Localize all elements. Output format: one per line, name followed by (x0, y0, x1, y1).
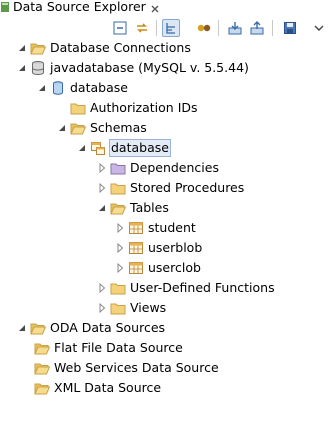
expanded-twisty-icon[interactable] (16, 62, 28, 74)
connect-icon (197, 24, 211, 32)
folder-open-icon (34, 340, 50, 356)
tree-node-schema-database[interactable]: database (76, 138, 171, 158)
tree-node-stored-procedures[interactable]: Stored Procedures (96, 178, 244, 198)
folder-icon (110, 300, 126, 316)
tree-label: User-Defined Functions (130, 280, 275, 295)
tree-node-table-userclob[interactable]: userclob (114, 258, 201, 278)
tree-label: database (70, 80, 128, 95)
export-button[interactable] (248, 19, 266, 37)
import-button[interactable] (226, 19, 244, 37)
tree-label: Authorization IDs (90, 100, 198, 115)
folder-open-icon (30, 40, 46, 56)
collapsed-twisty-icon[interactable] (96, 162, 108, 174)
tree-label: userclob (148, 260, 201, 275)
import-icon (228, 22, 242, 35)
folder-icon (110, 180, 126, 196)
folder-open-icon (34, 380, 50, 396)
tree-node-dependencies[interactable]: Dependencies (96, 158, 219, 178)
expanded-twisty-icon[interactable] (96, 202, 108, 214)
tree-label: Database Connections (50, 40, 191, 55)
view-toolbar (0, 19, 336, 37)
tree-node-tables[interactable]: Tables (96, 198, 169, 218)
collapsed-twisty-icon[interactable] (96, 182, 108, 194)
chevron-down-icon (314, 25, 324, 31)
database-icon (50, 80, 66, 96)
view-tab[interactable]: Data Source Explorer (0, 0, 159, 14)
collapse-all-button[interactable] (111, 19, 129, 37)
close-icon[interactable] (150, 2, 160, 13)
connect-button[interactable] (195, 19, 213, 37)
data-source-explorer-icon (0, 1, 10, 13)
tree-label: Tables (130, 200, 169, 215)
toggle-view-button[interactable] (162, 19, 180, 37)
link-icon (137, 23, 147, 33)
folder-purple-icon (110, 160, 126, 176)
expanded-twisty-icon[interactable] (36, 82, 48, 94)
collapsed-twisty-icon[interactable] (114, 262, 126, 274)
tree-node-user-defined-functions[interactable]: User-Defined Functions (96, 278, 275, 298)
tree-label: XML Data Source (54, 380, 162, 395)
tree-label: javadatabase (MySQL v. 5.5.44) (50, 60, 249, 75)
tree-node-table-student[interactable]: student (114, 218, 196, 238)
tree-label: ODA Data Sources (50, 320, 166, 335)
database-connection-icon (30, 60, 46, 76)
folder-icon (110, 280, 126, 296)
toolbar-separator (272, 20, 273, 36)
view-title: Data Source Explorer (13, 0, 146, 14)
tree-label: Flat File Data Source (54, 340, 183, 355)
tree-label: Views (130, 300, 167, 315)
toolbar-separator (156, 20, 157, 36)
tree-label: Web Services Data Source (54, 360, 219, 375)
tree-node-database[interactable]: database (36, 78, 128, 98)
tree-node-javadatabase-connection[interactable]: javadatabase (MySQL v. 5.5.44) (16, 58, 249, 78)
toolbar-separator (218, 20, 219, 36)
expanded-twisty-icon[interactable] (16, 42, 28, 54)
link-with-editor-button[interactable] (133, 19, 151, 37)
tree-node-schemas[interactable]: Schemas (56, 118, 147, 138)
tree-node-authorization-ids[interactable]: Authorization IDs (56, 98, 198, 118)
tree-node-flat-file-data-source[interactable]: Flat File Data Source (20, 338, 183, 358)
tree-node-database-connections[interactable]: Database Connections (16, 38, 191, 58)
collapsed-twisty-icon[interactable] (114, 242, 126, 254)
expanded-twisty-icon[interactable] (76, 142, 88, 154)
collapsed-twisty-icon[interactable] (96, 282, 108, 294)
tree-node-oda-data-sources[interactable]: ODA Data Sources (16, 318, 165, 338)
schema-icon (90, 140, 106, 156)
collapsed-twisty-icon[interactable] (114, 222, 126, 234)
save-button[interactable] (281, 19, 299, 37)
collapse-all-icon (113, 21, 127, 35)
tree-node-xml-data-source[interactable]: XML Data Source (20, 378, 161, 398)
tree-node-table-userblob[interactable]: userblob (114, 238, 202, 258)
tree-label: Schemas (90, 120, 147, 135)
folder-open-icon (110, 200, 126, 216)
expanded-twisty-icon[interactable] (56, 122, 68, 134)
folder-open-icon (34, 360, 50, 376)
export-icon (250, 21, 264, 35)
tree-label: userblob (148, 240, 203, 255)
tree-view-icon (166, 23, 175, 34)
tree-label: Stored Procedures (130, 180, 245, 195)
view-header: Data Source Explorer (0, 0, 336, 38)
tree-node-views[interactable]: Views (96, 298, 166, 318)
table-icon (128, 240, 144, 256)
expanded-twisty-icon[interactable] (16, 322, 28, 334)
table-icon (128, 260, 144, 276)
tree-label: student (148, 220, 196, 235)
tree-label: Dependencies (130, 160, 219, 175)
tree-label-selected: database (109, 139, 171, 157)
folder-open-icon (30, 320, 46, 336)
view-menu-button[interactable] (310, 19, 328, 37)
table-icon (128, 220, 144, 236)
tree-node-web-services-data-source[interactable]: Web Services Data Source (20, 358, 219, 378)
collapsed-twisty-icon[interactable] (96, 302, 108, 314)
save-icon (284, 22, 296, 34)
folder-icon (70, 100, 86, 116)
folder-open-icon (70, 120, 86, 136)
